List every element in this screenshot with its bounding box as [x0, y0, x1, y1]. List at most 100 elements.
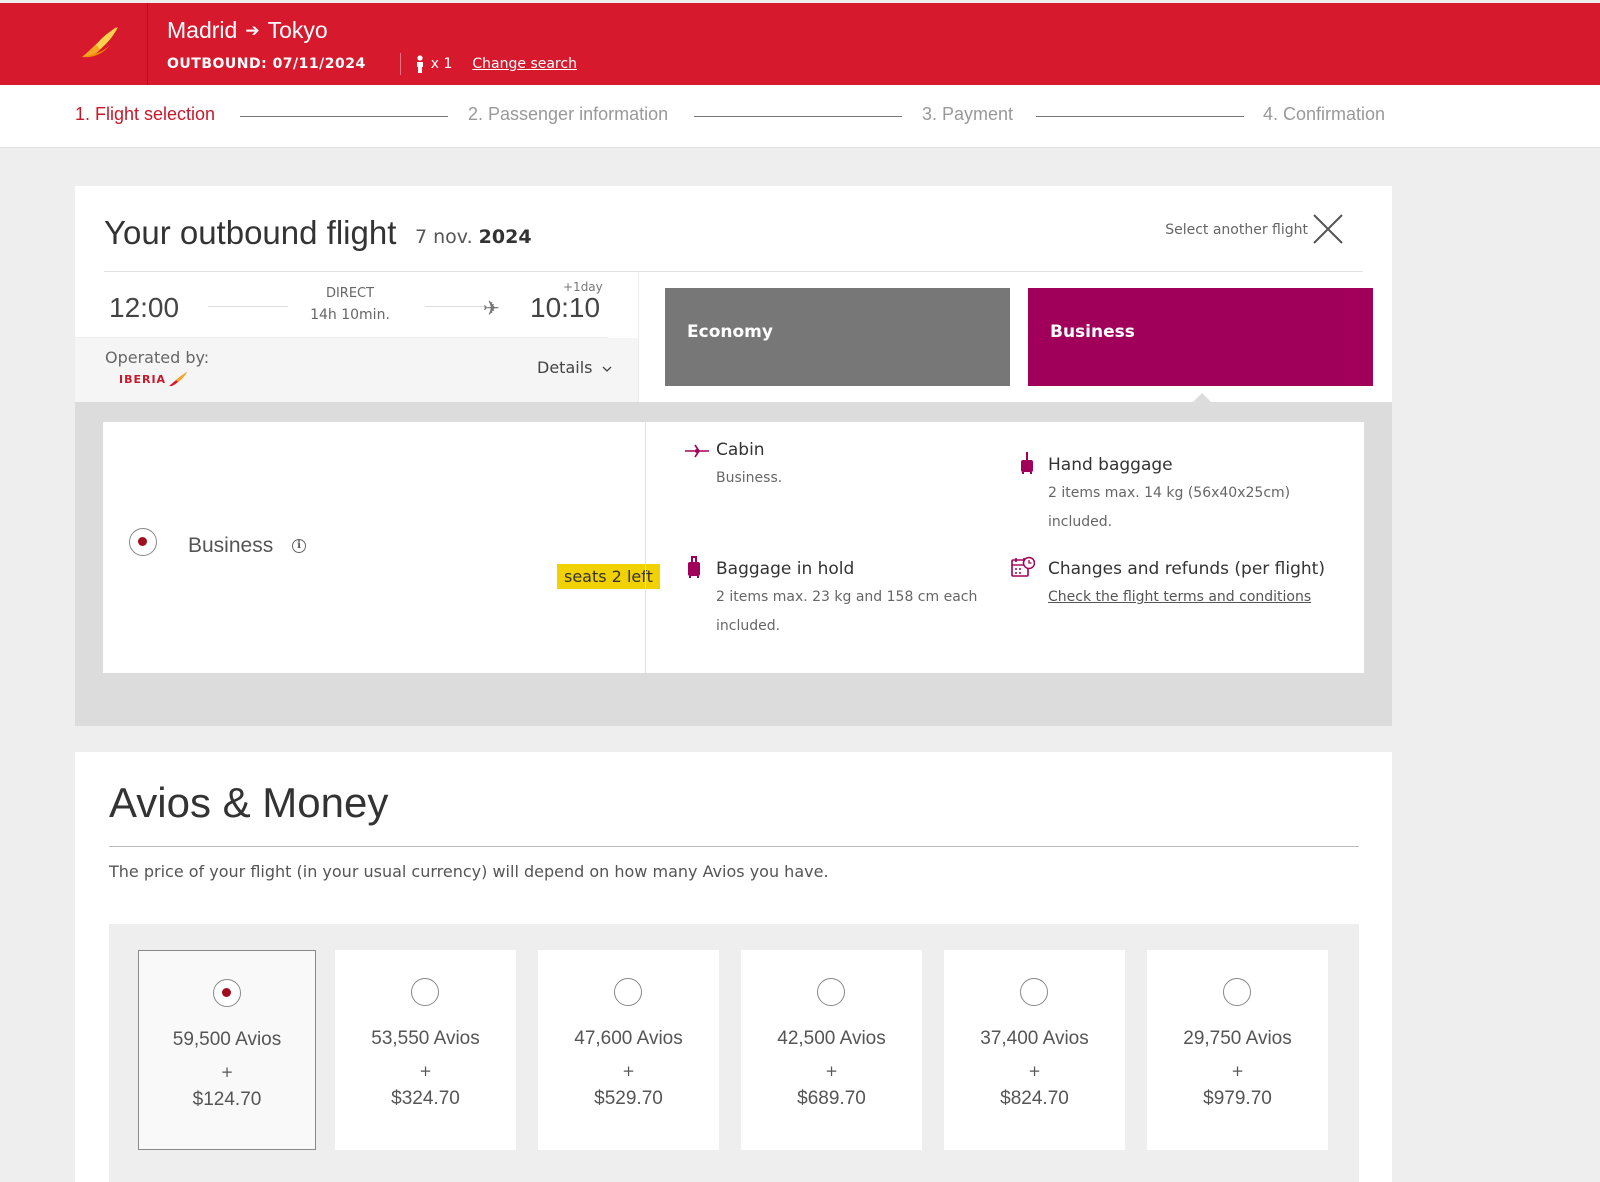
top-header: Madrid ➔ Tokyo OUTBOUND: 07/11/2024 x 1 … [0, 3, 1600, 85]
person-icon [416, 55, 423, 73]
plane-icon: ✈ [483, 296, 500, 320]
avios-description: The price of your flight (in your usual … [109, 862, 829, 881]
search-summary: OUTBOUND: 07/11/2024 x 1 Change search [167, 53, 577, 75]
destination-city: Tokyo [267, 17, 328, 43]
avios-option-radio[interactable] [411, 978, 439, 1006]
avios-option-radio[interactable] [213, 979, 241, 1007]
operated-by-area: Operated by: IBERIA Details [75, 338, 638, 402]
cabin-plane-icon [685, 444, 709, 458]
progress-steps: 1. Flight selection 2. Passenger informa… [0, 85, 1600, 148]
plus-sign: + [1028, 1062, 1041, 1080]
avios-option-radio[interactable] [1223, 978, 1251, 1006]
step-confirmation: 4. Confirmation [1263, 104, 1386, 124]
step-passenger-information: 2. Passenger information [468, 104, 669, 124]
terms-conditions-link[interactable]: Check the flight terms and conditions [1048, 583, 1311, 612]
select-another-flight-link[interactable]: Select another flight [1165, 222, 1308, 238]
chevron-down-icon [602, 366, 612, 372]
flight-date-year: 2024 [478, 226, 532, 248]
money-amount: $324.70 [391, 1088, 460, 1109]
flight-date: 7 nov. 2024 [415, 226, 532, 248]
hand-baggage-included: included. [1048, 514, 1113, 530]
changes-refunds-title: Changes and refunds (per flight) [1048, 559, 1325, 579]
avios-option-radio[interactable] [1020, 978, 1048, 1006]
avios-option[interactable]: 53,550 Avios + $324.70 [335, 950, 516, 1150]
avios-amount: 47,600 Avios [574, 1028, 683, 1049]
money-amount: $979.70 [1203, 1088, 1272, 1109]
hold-baggage-title: Baggage in hold [716, 559, 855, 579]
avios-amount: 53,550 Avios [371, 1028, 480, 1049]
hold-baggage-text: 2 items max. 23 kg and 158 cm each [716, 589, 978, 605]
fare-name: Business [188, 534, 274, 557]
route-title: Madrid ➔ Tokyo [167, 17, 328, 44]
flight-duration: 14h 10min. [310, 307, 390, 323]
avios-option[interactable]: 59,500 Avios + $124.70 [138, 950, 316, 1150]
divider [645, 422, 646, 673]
avios-option[interactable]: 29,750 Avios + $979.70 [1147, 950, 1328, 1150]
iberia-logo-icon [169, 372, 188, 386]
cabin-title: Cabin [716, 440, 765, 460]
plus-sign: + [1231, 1062, 1244, 1080]
step-connector [694, 116, 902, 117]
passenger-count-label: x 1 [430, 56, 453, 72]
avios-amount: 42,500 Avios [777, 1028, 886, 1049]
calendar-clock-icon [1011, 556, 1035, 577]
avios-amount: 59,500 Avios [172, 1029, 282, 1050]
cabin-text: Business. [716, 470, 783, 486]
departure-time: 12:00 [109, 292, 180, 323]
avios-option[interactable]: 37,400 Avios + $824.70 [944, 950, 1125, 1150]
divider [399, 53, 401, 75]
plus-sign: + [825, 1062, 838, 1080]
step-flight-selection[interactable]: 1. Flight selection [75, 104, 215, 125]
fare-details-panel: Business i seats 2 left Cabin Business. … [75, 402, 1392, 726]
step-connector [1036, 116, 1244, 117]
arrival-time: 10:10 [530, 292, 601, 323]
avios-option[interactable]: 47,600 Avios + $529.70 [538, 950, 719, 1150]
avios-option-radio[interactable] [614, 978, 642, 1006]
money-amount: $529.70 [594, 1088, 663, 1109]
hand-baggage-icon [1021, 452, 1033, 474]
fare-tab-economy[interactable]: Economy [665, 288, 1010, 386]
plus-sign: + [220, 1063, 234, 1081]
iberia-logo: IBERIA [119, 371, 188, 387]
details-label: Details [537, 358, 593, 377]
tab-pointer [1193, 393, 1211, 402]
money-amount: $124.70 [192, 1089, 262, 1110]
step-connector [240, 116, 448, 117]
avios-option[interactable]: 42,500 Avios + $689.70 [741, 950, 922, 1150]
info-icon[interactable]: i [292, 539, 306, 553]
arrow-right-icon: ➔ [245, 20, 260, 40]
route-line [208, 306, 288, 307]
avios-title: Avios & Money [109, 779, 389, 826]
hold-baggage-included: included. [716, 618, 781, 634]
logo-area[interactable] [0, 3, 148, 85]
fare-radio-business[interactable] [129, 528, 157, 556]
passenger-count: x 1 [415, 55, 453, 73]
flight-date-day: 7 nov. [415, 226, 473, 248]
avios-options: 59,500 Avios + $124.70 53,550 Avios + $3… [109, 924, 1359, 1182]
avios-amount: 29,750 Avios [1183, 1028, 1292, 1049]
route-line [425, 306, 487, 307]
close-icon[interactable] [1312, 213, 1344, 245]
avios-money-card: Avios & Money The price of your flight (… [75, 752, 1392, 1182]
carrier-logo-text: IBERIA [119, 372, 167, 386]
card-title: Your outbound flight [104, 214, 397, 251]
money-amount: $824.70 [1000, 1088, 1069, 1109]
selected-fare-box: Business i seats 2 left Cabin Business. … [103, 422, 1364, 673]
direct-label: DIRECT [325, 286, 375, 301]
divider [109, 846, 1359, 847]
divider [638, 272, 639, 402]
plus-sign: + [622, 1062, 635, 1080]
avios-option-radio[interactable] [817, 978, 845, 1006]
origin-city: Madrid [167, 17, 238, 43]
plus-sign: + [419, 1062, 432, 1080]
step-payment: 3. Payment [922, 104, 1014, 124]
flight-times: 12:00 DIRECT 14h 10min. ✈ +1day 10:10 Op… [75, 272, 638, 402]
money-amount: $689.70 [797, 1088, 866, 1109]
change-search-link[interactable]: Change search [472, 56, 577, 72]
fare-tab-business[interactable]: Business [1028, 288, 1373, 386]
hand-baggage-title: Hand baggage [1048, 455, 1173, 475]
hand-baggage-text: 2 items max. 14 kg (56x40x25cm) [1048, 485, 1291, 501]
hold-baggage-icon [688, 556, 700, 578]
details-toggle[interactable]: Details [537, 358, 612, 377]
operated-by-label: Operated by: [105, 348, 210, 367]
